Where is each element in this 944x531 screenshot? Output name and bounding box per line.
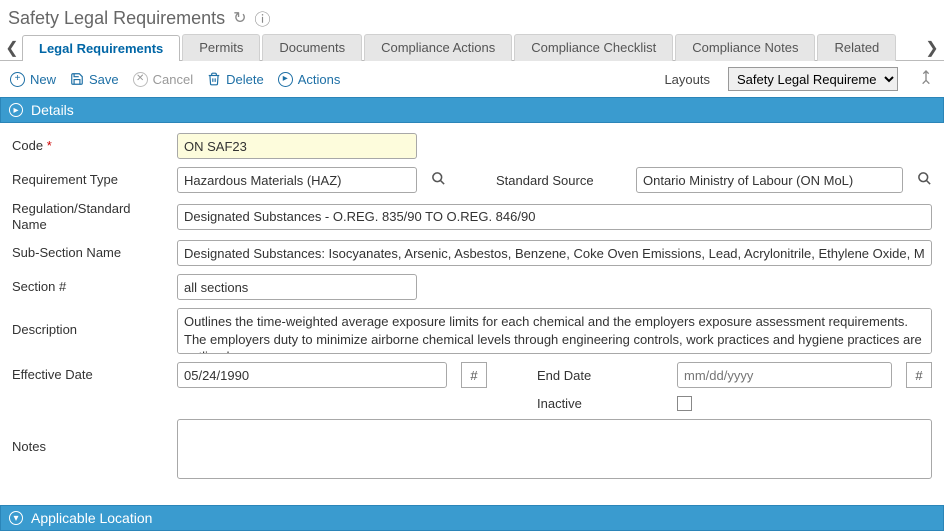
code-label: Code <box>12 138 167 154</box>
req-type-input[interactable] <box>177 167 417 193</box>
calendar-icon[interactable]: # <box>906 362 932 388</box>
eff-date-input[interactable] <box>177 362 447 388</box>
refresh-icon[interactable]: ↻ <box>233 8 246 28</box>
calendar-icon[interactable]: # <box>461 362 487 388</box>
req-type-label: Requirement Type <box>12 172 167 188</box>
cancel-icon: ✕ <box>133 72 148 87</box>
delete-button[interactable]: Delete <box>207 72 264 87</box>
layouts-select[interactable]: Safety Legal Requireme... <box>728 67 898 91</box>
search-icon[interactable] <box>431 171 446 190</box>
save-label: Save <box>89 72 119 87</box>
tab-legal-requirements[interactable]: Legal Requirements <box>22 35 180 61</box>
section-applicable-location-title: Applicable Location <box>31 510 152 526</box>
end-date-input[interactable] <box>677 362 892 388</box>
subsection-label: Sub-Section Name <box>12 245 167 261</box>
actions-label: Actions <box>298 72 341 87</box>
save-icon <box>70 72 84 86</box>
tab-compliance-notes[interactable]: Compliance Notes <box>675 34 815 61</box>
new-button[interactable]: + New <box>10 72 56 87</box>
play-icon: ▸ <box>278 72 293 87</box>
section-num-label: Section # <box>12 279 167 295</box>
new-label: New <box>30 72 56 87</box>
section-details-header[interactable]: ▸ Details <box>0 97 944 123</box>
end-date-label: End Date <box>537 368 667 383</box>
tabstrip: Legal Requirements Permits Documents Com… <box>20 34 924 61</box>
plus-icon: + <box>10 72 25 87</box>
section-num-input[interactable] <box>177 274 417 300</box>
cancel-label: Cancel <box>153 72 193 87</box>
description-input[interactable]: Outlines the time-weighted average expos… <box>177 308 932 354</box>
std-source-input[interactable] <box>636 167 903 193</box>
actions-button[interactable]: ▸ Actions <box>278 72 341 87</box>
tab-compliance-actions[interactable]: Compliance Actions <box>364 34 512 61</box>
expand-icon[interactable]: ▾ <box>9 511 23 525</box>
notes-input[interactable] <box>177 419 932 479</box>
inactive-checkbox[interactable] <box>677 396 692 411</box>
layouts-label: Layouts <box>664 72 710 87</box>
collapse-icon[interactable]: ▸ <box>9 103 23 117</box>
info-icon[interactable]: ⓘ <box>255 6 271 30</box>
reg-name-label: Regulation/Standard Name <box>12 201 167 232</box>
search-icon[interactable] <box>917 171 932 190</box>
tab-documents[interactable]: Documents <box>262 34 362 61</box>
tab-related[interactable]: Related <box>817 34 896 61</box>
eff-date-label: Effective Date <box>12 367 167 383</box>
inactive-label: Inactive <box>537 396 667 411</box>
tab-compliance-checklist[interactable]: Compliance Checklist <box>514 34 673 61</box>
std-source-label: Standard Source <box>496 173 626 188</box>
section-applicable-location-header[interactable]: ▾ Applicable Location <box>0 505 944 531</box>
cancel-button[interactable]: ✕ Cancel <box>133 72 193 87</box>
save-button[interactable]: Save <box>70 72 119 87</box>
pin-icon[interactable] <box>918 69 934 90</box>
tab-permits[interactable]: Permits <box>182 34 260 61</box>
code-input[interactable] <box>177 133 417 159</box>
tab-scroll-right[interactable]: ❯ <box>924 38 940 58</box>
page-title: Safety Legal Requirements <box>8 8 225 29</box>
description-label: Description <box>12 308 167 338</box>
tab-scroll-left[interactable]: ❮ <box>4 38 20 58</box>
reg-name-input[interactable] <box>177 204 932 230</box>
trash-icon <box>207 72 221 86</box>
delete-label: Delete <box>226 72 264 87</box>
subsection-input[interactable] <box>177 240 932 266</box>
section-details-title: Details <box>31 102 74 118</box>
notes-label: Notes <box>12 419 167 455</box>
